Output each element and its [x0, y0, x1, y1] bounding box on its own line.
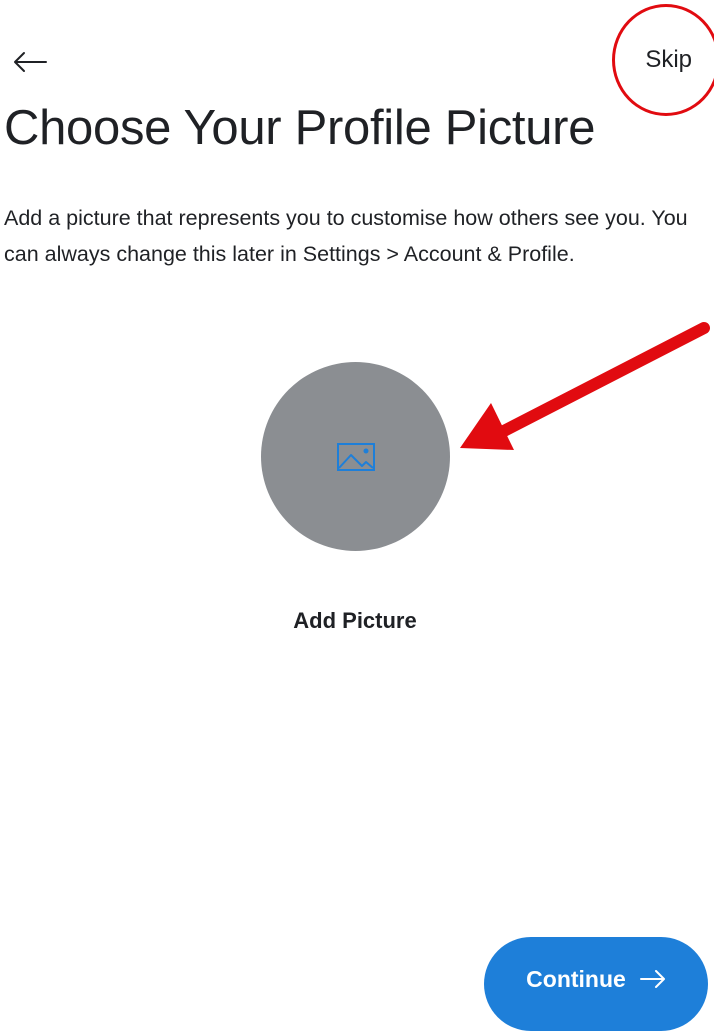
arrow-left-icon	[14, 52, 47, 72]
skip-button[interactable]: Skip	[645, 46, 692, 74]
back-button[interactable]	[8, 40, 52, 84]
add-picture-avatar-button[interactable]	[261, 362, 450, 551]
page-description: Add a picture that represents you to cus…	[4, 206, 688, 266]
add-picture-label[interactable]: Add Picture	[0, 608, 710, 634]
arrow-right-icon	[639, 970, 665, 988]
page-title: Choose Your Profile Picture	[4, 101, 596, 155]
image-icon	[336, 442, 375, 471]
continue-button[interactable]: Continue	[484, 937, 708, 1031]
continue-label: Continue	[526, 965, 626, 992]
